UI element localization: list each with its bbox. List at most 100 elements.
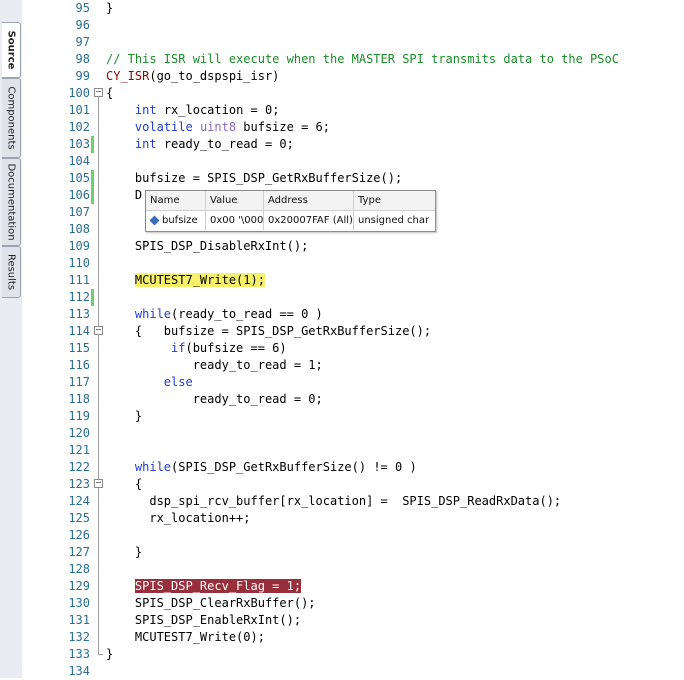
code-line[interactable]: }	[106, 408, 142, 425]
code-token: (go_to_dspspi_isr)	[149, 69, 280, 83]
line-number: 95	[75, 1, 90, 15]
line-number: 99	[75, 69, 90, 83]
code-token: }	[106, 1, 114, 15]
code-token: dsp_spi_rcv_buffer[rx_location] = SPIS_D…	[106, 494, 562, 508]
line-number: 126	[68, 528, 90, 542]
code-line[interactable]: int rx_location = 0;	[106, 102, 280, 119]
code-line[interactable]: SPIS_DSP_Recv_Flag = 1;	[106, 578, 302, 595]
line-number: 133	[68, 647, 90, 661]
code-line[interactable]: MCUTEST7_Write(1);	[106, 272, 265, 289]
line-number: 128	[68, 562, 90, 576]
code-line[interactable]: bufsize = SPIS_DSP_GetRxBufferSize();	[106, 170, 402, 187]
code-editor[interactable]: } // This ISR will execute when the MASTE…	[104, 0, 684, 678]
code-token: MCUTEST7_Write(1);	[134, 273, 265, 287]
code-line[interactable]: {	[106, 476, 142, 493]
code-line[interactable]: MCUTEST7_Write(0);	[106, 629, 265, 646]
line-number: 134	[68, 664, 90, 678]
line-number: 118	[68, 392, 90, 406]
code-token: (bufsize == 6)	[185, 341, 287, 355]
code-token: // This ISR will execute when the MASTER…	[106, 52, 619, 66]
code-token: SPIS_DSP_DisableRxInt();	[106, 239, 309, 253]
code-line[interactable]: }	[106, 544, 142, 561]
line-number: 103	[68, 137, 90, 151]
line-number: 114	[68, 324, 90, 338]
fold-toggle-icon[interactable]: −	[94, 88, 103, 97]
code-line[interactable]: }	[106, 0, 113, 17]
line-number: 102	[68, 120, 90, 134]
line-number: 129	[68, 579, 90, 593]
code-token: }	[106, 545, 143, 559]
code-line[interactable]: {	[106, 85, 113, 102]
tooltip-variable-name-cell: bufsize	[146, 211, 206, 230]
code-line[interactable]: D	[106, 187, 142, 204]
code-line[interactable]: // This ISR will execute when the MASTER…	[106, 51, 619, 68]
code-line[interactable]: SPIS_DSP_ClearRxBuffer();	[106, 595, 316, 612]
code-line[interactable]: int ready_to_read = 0;	[106, 136, 294, 153]
line-number: 109	[68, 239, 90, 253]
line-number: 105	[68, 171, 90, 185]
fold-guide	[98, 97, 99, 654]
code-line[interactable]: while(SPIS_DSP_GetRxBufferSize() != 0 )	[106, 459, 417, 476]
code-token: int	[134, 103, 157, 117]
changed-line-marker	[91, 187, 94, 204]
code-line[interactable]: }	[106, 646, 113, 663]
code-line[interactable]: else	[106, 374, 193, 391]
line-number: 96	[75, 18, 90, 32]
code-token: {	[106, 477, 143, 491]
code-line[interactable]: rx_location++;	[106, 510, 251, 527]
tab-source[interactable]: Source	[2, 22, 21, 78]
code-token: uint8	[199, 120, 237, 134]
fold-end	[98, 654, 103, 655]
line-number: 117	[68, 375, 90, 389]
tab-components[interactable]: Components	[2, 78, 21, 158]
tab-results-label: Results	[5, 253, 17, 291]
breakpoint-gutter[interactable]	[22, 0, 69, 678]
code-token: SPIS_DSP_EnableRxInt();	[106, 613, 302, 627]
line-number: 104	[68, 154, 90, 168]
code-line[interactable]: { bufsize = SPIS_DSP_GetRxBufferSize();	[106, 323, 431, 340]
code-line[interactable]: SPIS_DSP_EnableRxInt();	[106, 612, 301, 629]
tooltip-variable-row[interactable]: bufsize 0x00 '\000' 0x20007FAF (All) uns…	[146, 211, 435, 230]
code-line[interactable]: CY_ISR(go_to_dspspi_isr)	[106, 68, 279, 85]
code-line[interactable]: volatile uint8 bufsize = 6;	[106, 119, 330, 136]
changed-line-marker	[91, 170, 94, 187]
code-line[interactable]: if(bufsize == 6)	[106, 340, 287, 357]
line-number: 112	[68, 290, 90, 304]
changed-line-marker	[91, 289, 94, 306]
tab-results[interactable]: Results	[2, 246, 21, 298]
line-number: 101	[68, 103, 90, 117]
line-number: 125	[68, 511, 90, 525]
line-number: 122	[68, 460, 90, 474]
fold-toggle-icon[interactable]: −	[94, 326, 103, 335]
variable-icon	[149, 215, 160, 225]
code-token: bufsize = 6;	[236, 120, 330, 134]
code-line[interactable]: while(ready_to_read == 0 )	[106, 306, 323, 323]
fold-toggle-icon[interactable]: −	[94, 479, 103, 488]
tooltip-header-name: Name	[146, 191, 206, 210]
variable-watch-tooltip: Name Value Address Type bufsize 0x00 '\0…	[145, 190, 436, 232]
tooltip-header-row: Name Value Address Type	[146, 191, 435, 211]
line-number: 121	[68, 443, 90, 457]
tab-documentation[interactable]: Documentation	[2, 158, 21, 246]
code-line[interactable]: dsp_spi_rcv_buffer[rx_location] = SPIS_D…	[106, 493, 561, 510]
tooltip-variable-name: bufsize	[162, 215, 198, 226]
code-line[interactable]: ready_to_read = 0;	[106, 391, 323, 408]
code-token: rx_location++;	[106, 511, 251, 525]
line-number: 123	[68, 477, 90, 491]
line-number-column: 95 96 97 98 99 100 101 102 103 104 105 106 107 108 109…	[48, 0, 92, 678]
line-number: 127	[68, 545, 90, 559]
code-line[interactable]: SPIS_DSP_DisableRxInt();	[106, 238, 308, 255]
line-number: 130	[68, 596, 90, 610]
tooltip-header-value: Value	[206, 191, 264, 210]
code-line[interactable]: ready_to_read = 1;	[106, 357, 323, 374]
tooltip-variable-value: 0x00 '\000'	[206, 211, 264, 230]
